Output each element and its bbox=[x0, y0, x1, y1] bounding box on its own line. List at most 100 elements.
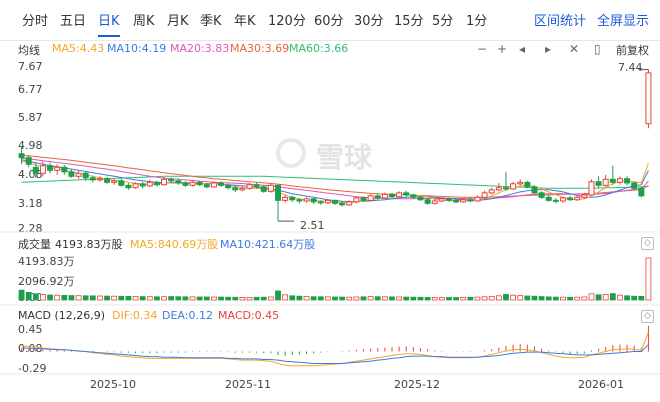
candle-down bbox=[175, 180, 182, 184]
volume-bar bbox=[239, 296, 246, 301]
volume-bar bbox=[303, 296, 310, 301]
candle-down bbox=[82, 172, 89, 179]
volume-bar bbox=[68, 295, 75, 301]
candle-down bbox=[631, 182, 638, 189]
candle-down bbox=[552, 199, 559, 202]
candle-up bbox=[75, 172, 82, 177]
candle-up bbox=[239, 187, 246, 191]
volume-bar bbox=[495, 295, 502, 301]
volume-bar bbox=[609, 293, 616, 301]
volume-bar bbox=[524, 295, 531, 301]
candle-up bbox=[132, 183, 139, 189]
volume-bar bbox=[581, 296, 588, 301]
candle-up bbox=[396, 192, 403, 198]
candle-down bbox=[232, 187, 239, 191]
volume-bar bbox=[161, 296, 167, 301]
volume-bar bbox=[253, 296, 260, 301]
candle-down bbox=[467, 199, 474, 202]
candle-down bbox=[403, 192, 410, 196]
candle-down bbox=[595, 181, 602, 186]
volume-bar bbox=[82, 295, 89, 301]
volume-bar bbox=[602, 293, 609, 301]
candle-down bbox=[567, 197, 574, 201]
volume-bar bbox=[595, 294, 602, 301]
candle-down bbox=[310, 198, 317, 203]
candle-up bbox=[381, 193, 388, 199]
candle-down bbox=[153, 181, 160, 186]
volume-bar bbox=[389, 296, 395, 301]
candle-down bbox=[332, 199, 338, 204]
candle-up bbox=[39, 165, 46, 174]
volume-bar bbox=[396, 296, 403, 301]
candle-up bbox=[96, 178, 103, 181]
volume-bar bbox=[296, 295, 303, 301]
candle-down bbox=[260, 186, 267, 192]
volume-bar bbox=[25, 291, 32, 301]
volume-bar bbox=[40, 294, 46, 301]
volume-bar bbox=[374, 296, 381, 301]
volume-bar bbox=[89, 295, 96, 301]
volume-bar bbox=[503, 293, 509, 301]
volume-bar bbox=[481, 296, 488, 301]
kline-chart[interactable] bbox=[0, 0, 660, 402]
volume-bar bbox=[282, 294, 289, 301]
volume-bar bbox=[267, 296, 274, 301]
candle-down bbox=[524, 181, 531, 188]
volume-bar bbox=[624, 295, 630, 301]
candle-up bbox=[324, 199, 331, 204]
candle-up bbox=[146, 181, 153, 187]
volume-bar bbox=[424, 296, 431, 301]
volume-bar bbox=[232, 296, 239, 301]
candle-down bbox=[196, 181, 203, 186]
candle-down bbox=[125, 184, 132, 189]
candle-up bbox=[246, 184, 253, 189]
candle-down bbox=[253, 184, 260, 188]
volume-bar bbox=[588, 293, 595, 301]
candle-down bbox=[68, 171, 75, 177]
candle-up bbox=[367, 195, 374, 201]
candle-down bbox=[182, 182, 189, 186]
candle-down bbox=[168, 178, 175, 182]
volume-bar bbox=[324, 296, 331, 301]
candle-down bbox=[296, 199, 303, 202]
volume-bar bbox=[460, 296, 467, 301]
candle-down bbox=[424, 199, 431, 204]
volume-bar bbox=[182, 296, 189, 301]
volume-bar bbox=[203, 296, 210, 301]
volume-bar bbox=[168, 296, 175, 301]
candle-down bbox=[104, 178, 111, 183]
candle-up bbox=[282, 196, 289, 201]
volume-bar bbox=[552, 296, 559, 301]
candle-up bbox=[510, 183, 517, 190]
candle-down bbox=[118, 180, 125, 186]
candle-down bbox=[545, 196, 552, 201]
dea-line bbox=[21, 344, 649, 364]
volume-bar bbox=[353, 296, 360, 301]
candle-down bbox=[417, 196, 424, 201]
volume-bar bbox=[118, 295, 125, 301]
volume-bar bbox=[488, 295, 495, 301]
volume-bar bbox=[446, 297, 452, 301]
candle-down bbox=[25, 157, 32, 165]
candle-down bbox=[609, 178, 616, 183]
candle-down bbox=[139, 183, 146, 187]
volume-bar bbox=[531, 295, 538, 301]
volume-bar bbox=[560, 296, 566, 301]
candle-up bbox=[581, 194, 588, 198]
volume-bar bbox=[317, 296, 324, 301]
candle-down bbox=[275, 184, 282, 201]
volume-bar bbox=[474, 296, 481, 301]
volume-bar bbox=[246, 296, 253, 301]
candle-up bbox=[303, 198, 310, 202]
candle-up bbox=[438, 198, 445, 202]
candle-up bbox=[54, 166, 61, 171]
candle-down bbox=[18, 153, 25, 159]
candle-down bbox=[61, 166, 68, 173]
candle-down bbox=[388, 193, 395, 198]
candle-up bbox=[602, 178, 609, 186]
candle-down bbox=[203, 184, 210, 188]
candle-up bbox=[645, 72, 652, 125]
candle-down bbox=[339, 202, 346, 206]
candle-down bbox=[47, 165, 54, 171]
candle-down bbox=[218, 182, 225, 186]
